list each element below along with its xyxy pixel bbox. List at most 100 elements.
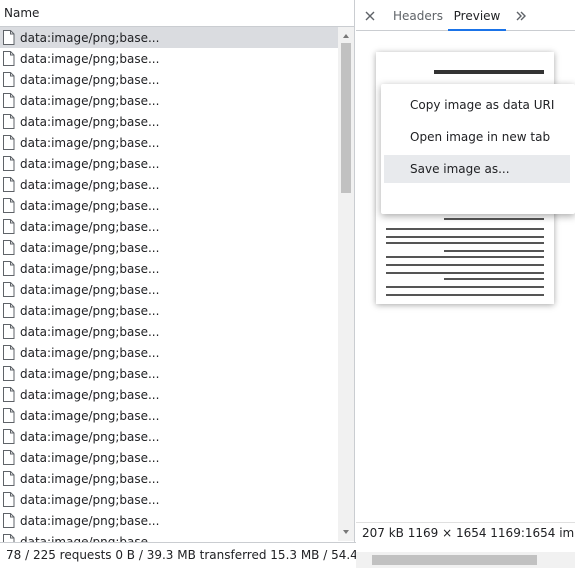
context-menu-item[interactable]: Copy image as data URI — [384, 91, 570, 119]
context-menu: Copy image as data URI Open image in new … — [381, 84, 575, 214]
document-text-line — [386, 256, 544, 258]
request-name: data:image/png;base... — [20, 388, 160, 402]
request-name: data:image/png;base... — [20, 94, 160, 108]
preview-pane: Headers Preview Copy image as data URI Op… — [356, 0, 575, 542]
table-row[interactable]: data:image/png;base... — [0, 69, 338, 90]
document-text-line — [386, 272, 544, 274]
file-icon — [3, 534, 15, 542]
vertical-scrollbar[interactable] — [338, 27, 354, 541]
preview-footer: 207 kB 1169 × 1654 1169:1654 image/png — [356, 522, 575, 542]
close-icon[interactable] — [362, 8, 378, 24]
table-row[interactable]: data:image/png;base... — [0, 174, 338, 195]
context-menu-item[interactable]: Save image as... — [384, 155, 570, 183]
file-icon — [3, 240, 15, 255]
document-text-line — [386, 264, 544, 266]
table-row[interactable]: data:image/png;base... — [0, 237, 338, 258]
request-name: data:image/png;base... — [20, 535, 160, 542]
file-icon — [3, 471, 15, 486]
document-text-line — [386, 228, 544, 230]
request-name: data:image/png;base... — [20, 241, 160, 255]
file-icon — [3, 30, 15, 45]
document-text-line — [386, 294, 544, 296]
request-name: data:image/png;base... — [20, 262, 160, 276]
table-row[interactable]: data:image/png;base... — [0, 48, 338, 69]
table-row[interactable]: data:image/png;base... — [0, 153, 338, 174]
table-row[interactable]: data:image/png;base... — [0, 321, 338, 342]
file-icon — [3, 492, 15, 507]
horizontal-scrollbar-thumb[interactable] — [372, 555, 537, 565]
file-icon — [3, 513, 15, 528]
table-row[interactable]: data:image/png;base... — [0, 510, 338, 531]
chevron-double-right-icon[interactable] — [513, 8, 529, 24]
file-icon — [3, 429, 15, 444]
table-row[interactable]: data:image/png;base... — [0, 216, 338, 237]
request-name: data:image/png;base... — [20, 493, 160, 507]
request-list-pane: Name data:image/png;base... data:image/pn… — [0, 0, 355, 542]
detail-tabbar: Headers Preview — [356, 0, 575, 31]
request-rows: data:image/png;base... data:image/png;bas… — [0, 27, 338, 542]
tab-headers[interactable]: Headers — [393, 0, 443, 31]
file-icon — [3, 156, 15, 171]
scroll-down-arrow-icon[interactable] — [338, 525, 354, 539]
request-name: data:image/png;base... — [20, 304, 160, 318]
document-text-line — [444, 250, 544, 252]
file-icon — [3, 324, 15, 339]
file-icon — [3, 72, 15, 87]
table-row[interactable]: data:image/png;base... — [0, 195, 338, 216]
table-row[interactable]: data:image/png;base... — [0, 90, 338, 111]
table-row[interactable]: data:image/png;base... — [0, 426, 338, 447]
document-text-line — [444, 218, 544, 220]
file-icon — [3, 450, 15, 465]
file-icon — [3, 387, 15, 402]
image-preview-area: Copy image as data URI Open image in new … — [356, 32, 575, 522]
table-row[interactable]: data:image/png;base... — [0, 468, 338, 489]
name-column-label: Name — [4, 6, 40, 20]
table-row[interactable]: data:image/png;base... — [0, 258, 338, 279]
file-icon — [3, 177, 15, 192]
request-name: data:image/png;base... — [20, 409, 160, 423]
request-name: data:image/png;base... — [20, 283, 160, 297]
document-text-line — [444, 278, 544, 280]
file-icon — [3, 303, 15, 318]
horizontal-scrollbar[interactable] — [356, 552, 575, 568]
request-name: data:image/png;base... — [20, 115, 160, 129]
request-name: data:image/png;base... — [20, 136, 160, 150]
table-row[interactable]: data:image/png;base... — [0, 447, 338, 468]
table-row[interactable]: data:image/png;base... — [0, 111, 338, 132]
name-column-header[interactable]: Name — [0, 0, 354, 27]
file-icon — [3, 198, 15, 213]
request-name: data:image/png;base... — [20, 325, 160, 339]
table-row[interactable]: data:image/png;base... — [0, 489, 338, 510]
tab-preview[interactable]: Preview — [448, 0, 506, 31]
request-name: data:image/png;base... — [20, 472, 160, 486]
vertical-scrollbar-thumb[interactable] — [341, 43, 351, 193]
image-info-text: 207 kB 1169 × 1654 1169:1654 image/png — [362, 526, 575, 540]
context-menu-item[interactable]: Open image in new tab — [384, 123, 570, 151]
request-name: data:image/png;base... — [20, 31, 160, 45]
request-name: data:image/png;base... — [20, 199, 160, 213]
file-icon — [3, 282, 15, 297]
table-row[interactable]: data:image/png;base... — [0, 531, 338, 542]
request-name: data:image/png;base... — [20, 430, 160, 444]
file-icon — [3, 114, 15, 129]
request-name: data:image/png;base... — [20, 220, 160, 234]
request-name: data:image/png;base... — [20, 451, 160, 465]
file-icon — [3, 135, 15, 150]
table-row[interactable]: data:image/png;base... — [0, 363, 338, 384]
table-row[interactable]: data:image/png;base... — [0, 27, 338, 48]
scroll-up-arrow-icon[interactable] — [338, 29, 354, 43]
table-row[interactable]: data:image/png;base... — [0, 300, 338, 321]
table-row[interactable]: data:image/png;base... — [0, 132, 338, 153]
request-name: data:image/png;base... — [20, 514, 160, 528]
file-icon — [3, 51, 15, 66]
request-name: data:image/png;base... — [20, 178, 160, 192]
request-name: data:image/png;base... — [20, 73, 160, 87]
request-name: data:image/png;base... — [20, 52, 160, 66]
file-icon — [3, 93, 15, 108]
table-row[interactable]: data:image/png;base... — [0, 405, 338, 426]
table-row[interactable]: data:image/png;base... — [0, 279, 338, 300]
table-row[interactable]: data:image/png;base... — [0, 384, 338, 405]
table-row[interactable]: data:image/png;base... — [0, 342, 338, 363]
document-heading-graphic — [434, 70, 544, 74]
file-icon — [3, 345, 15, 360]
